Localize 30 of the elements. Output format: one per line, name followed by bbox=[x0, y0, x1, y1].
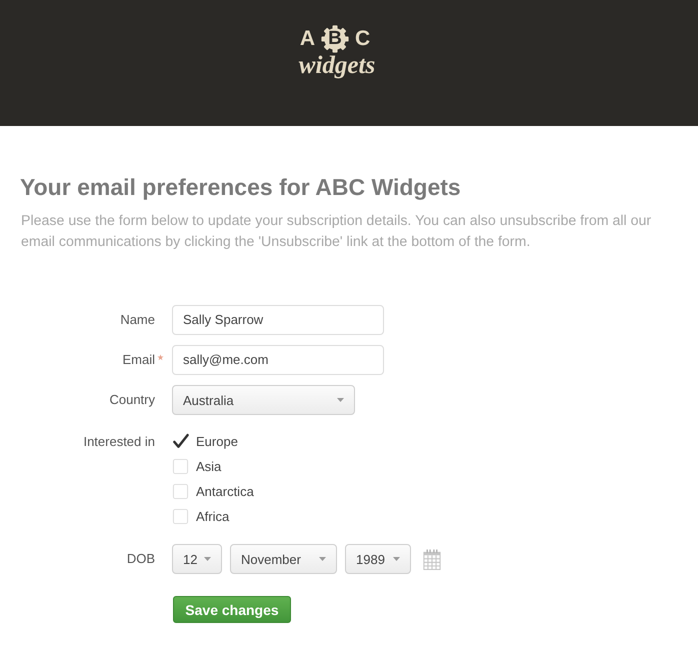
caret-icon bbox=[337, 398, 344, 402]
checkbox[interactable] bbox=[172, 458, 189, 474]
field-label: Name bbox=[120, 312, 155, 328]
logo-letter: C bbox=[355, 28, 370, 50]
checkbox-label: Europe bbox=[196, 434, 238, 449]
page-title: Your email preferences for ABC Widgets bbox=[20, 174, 462, 200]
field-label: Country bbox=[109, 392, 155, 408]
field-label: Email bbox=[122, 352, 155, 368]
dropdown[interactable]: 1989 bbox=[345, 544, 411, 574]
dropdown[interactable]: November bbox=[230, 544, 337, 574]
checkbox[interactable] bbox=[172, 432, 189, 450]
caret-icon bbox=[204, 557, 211, 561]
logo-letter: A bbox=[300, 28, 315, 50]
dropdown[interactable]: Australia bbox=[172, 385, 355, 415]
logo-wordmark: widgets bbox=[298, 54, 376, 78]
logo-letter: B bbox=[328, 28, 342, 50]
checkbox-label: Asia bbox=[196, 459, 222, 474]
field-label: DOB bbox=[126, 551, 155, 567]
checkbox[interactable] bbox=[172, 482, 189, 500]
text-field[interactable]: Sally Sparrow bbox=[172, 305, 384, 335]
intro-paragraph: Please use the form below to update your subscription details. You can also unsubscribe from all our email communications by clicking the 'Unsubscribe' link at the bottom of the form. bbox=[21, 212, 652, 252]
caret-icon bbox=[393, 557, 400, 561]
dropdown[interactable]: 12 bbox=[172, 544, 222, 574]
field-label: Interested in bbox=[83, 434, 155, 450]
checkbox-label: Antarctica bbox=[196, 484, 254, 499]
checkbox-label: Africa bbox=[196, 509, 230, 524]
caret-icon bbox=[319, 557, 326, 561]
checkbox[interactable] bbox=[172, 508, 189, 524]
calendar-icon[interactable] bbox=[423, 548, 441, 570]
text-field[interactable]: sally@me.com bbox=[172, 345, 384, 375]
